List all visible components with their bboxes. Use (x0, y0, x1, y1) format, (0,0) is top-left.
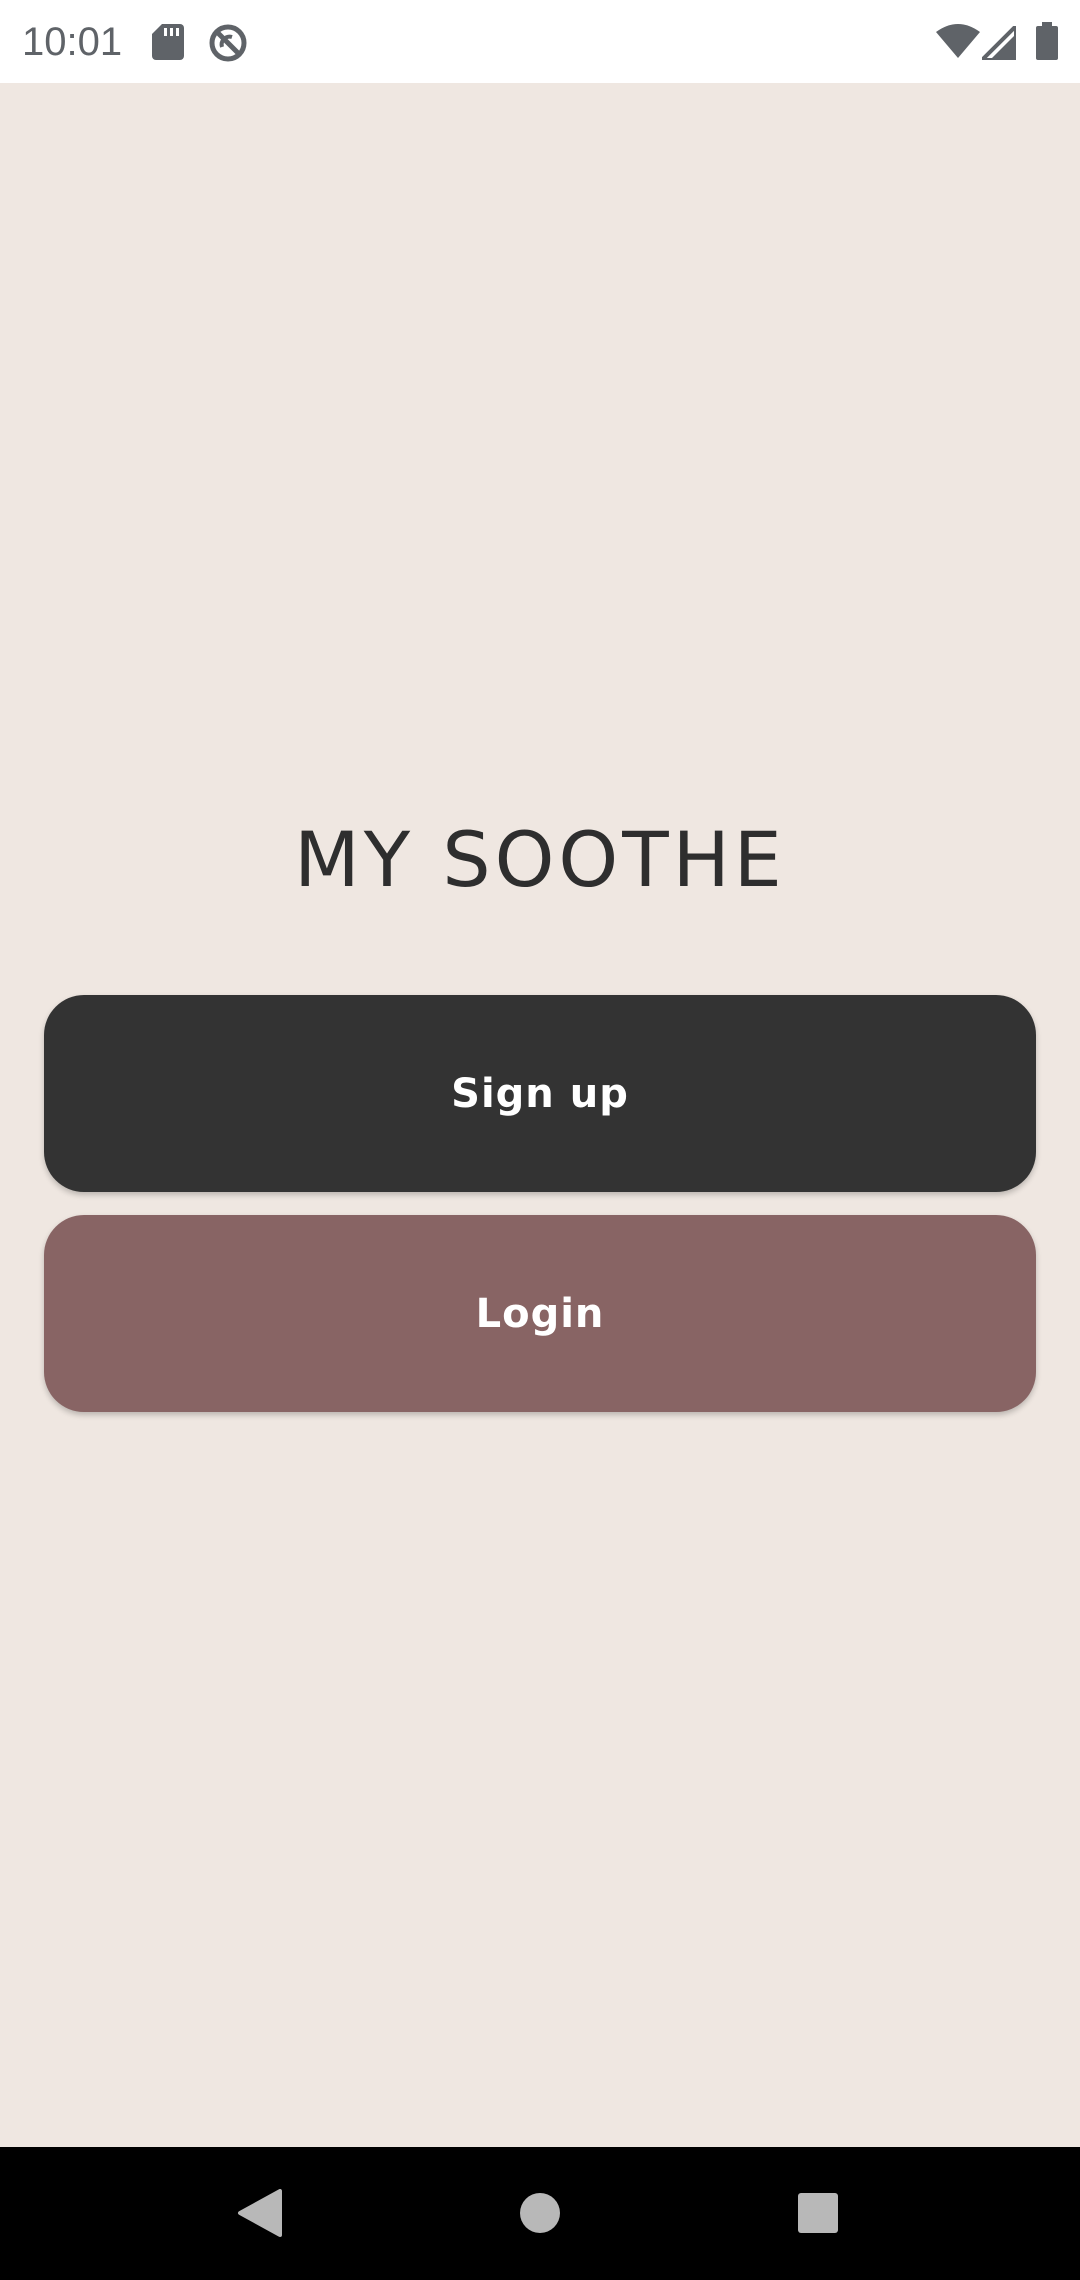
home-icon[interactable] (518, 2191, 562, 2235)
cell-signal-icon (982, 26, 1016, 60)
login-button-label: Login (475, 1290, 605, 1337)
wifi-icon (936, 24, 980, 58)
status-time: 10:01 (22, 20, 123, 64)
back-icon[interactable] (236, 2189, 282, 2237)
login-button[interactable]: Login (44, 1215, 1036, 1412)
battery-icon (1036, 22, 1058, 60)
signup-button-label: Sign up (451, 1070, 629, 1117)
app-title: MY SOOTHE (294, 815, 786, 904)
signup-button[interactable]: Sign up (44, 995, 1036, 1192)
navigation-bar (0, 2147, 1080, 2280)
recents-icon[interactable] (798, 2193, 838, 2233)
sync-off-icon (209, 24, 247, 62)
status-bar: 10:01 (0, 0, 1080, 83)
sd-card-icon (152, 24, 184, 60)
